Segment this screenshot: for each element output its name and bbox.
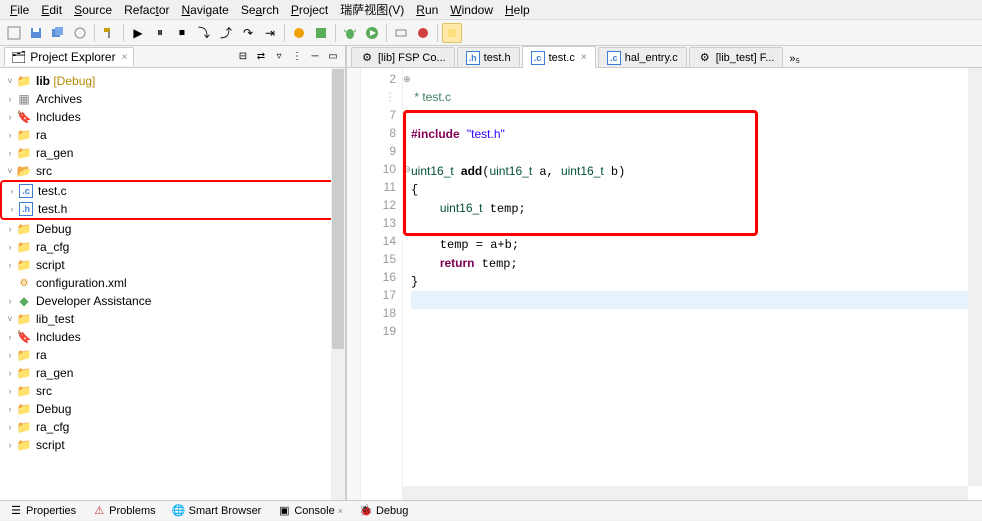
run-icon[interactable]: [362, 23, 382, 43]
minimize-icon[interactable]: ─: [307, 49, 323, 65]
menu-edit[interactable]: Edit: [35, 1, 68, 19]
menu-run[interactable]: Run: [410, 1, 444, 19]
tree-ra-cfg[interactable]: ›📁ra_cfg: [0, 238, 345, 256]
editor-tab-libtest-f[interactable]: ⚙[lib_test] F...: [689, 47, 784, 67]
hammer-icon[interactable]: [99, 23, 119, 43]
code-area[interactable]: * test.c #include "test.h" uint16_t add(…: [403, 68, 982, 500]
save-icon[interactable]: [26, 23, 46, 43]
tree-lt-src[interactable]: ›📁src: [0, 382, 345, 400]
tree-file-test-c[interactable]: ›.ctest.c: [2, 182, 343, 200]
editor-hscrollbar[interactable]: [403, 486, 968, 500]
menu-navigate[interactable]: Navigate: [175, 1, 234, 19]
tree-project-libtest[interactable]: ˅📁lib_test: [0, 310, 345, 328]
main-toolbar: ▶ ⏸ ⏹ ⤵ ⤴ ↷ ⇥: [0, 20, 982, 46]
explorer-icon: 🗂: [11, 50, 26, 64]
menu-project[interactable]: Project: [285, 1, 334, 19]
code-comment: * test.c: [411, 90, 451, 104]
project-explorer-pane: 🗂 Project Explorer × ⊟ ⇄ ▿ ⋮ ─ ▭ ˅📁lib […: [0, 46, 346, 500]
tree-config-xml[interactable]: ⚙configuration.xml: [0, 274, 345, 292]
tree-lt-ra-gen[interactable]: ›📁ra_gen: [0, 364, 345, 382]
maximize-icon[interactable]: ▭: [325, 49, 341, 65]
project-tree[interactable]: ˅📁lib [Debug] ›▦Archives ›🔖Includes ›📁ra…: [0, 68, 345, 500]
tree-ra[interactable]: ›📁ra: [0, 126, 345, 144]
project-explorer-title: Project Explorer: [30, 50, 115, 64]
link-editor-icon[interactable]: ⇄: [253, 49, 269, 65]
tree-debug[interactable]: ›📁Debug: [0, 220, 345, 238]
editor-tab-hal-entry[interactable]: .chal_entry.c: [598, 47, 687, 67]
tree-dev-assist[interactable]: ›◆Developer Assistance: [0, 292, 345, 310]
view-console[interactable]: ▣Console×: [272, 501, 348, 521]
toolbar-btn[interactable]: [4, 23, 24, 43]
tree-scrollbar[interactable]: [331, 68, 345, 500]
editor-cursor-line: [411, 291, 974, 309]
editor-body[interactable]: 2⋮78910111213141516171819 ⊕ ⊖ * test.c #…: [347, 68, 982, 500]
toolbar-btn[interactable]: ⤴: [216, 23, 236, 43]
tree-includes[interactable]: ›🔖Includes: [0, 108, 345, 126]
menu-window[interactable]: Window: [444, 1, 499, 19]
close-icon[interactable]: ×: [122, 52, 128, 63]
view-properties[interactable]: ☰Properties: [4, 501, 81, 521]
editor-tab-test-h[interactable]: .htest.h: [457, 47, 520, 67]
toolbar-btn[interactable]: ⇥: [260, 23, 280, 43]
code-include-str: "test.h": [467, 127, 505, 141]
menu-refactor[interactable]: Refactor: [118, 1, 175, 19]
editor-tab-fsp[interactable]: ⚙[lib] FSP Co...: [351, 47, 455, 67]
collapse-all-icon[interactable]: ⊟: [235, 49, 251, 65]
toolbar-btn[interactable]: ⏹: [172, 23, 192, 43]
toolbar-btn[interactable]: ▶: [128, 23, 148, 43]
menu-search[interactable]: Search: [235, 1, 285, 19]
toolbar-btn[interactable]: [70, 23, 90, 43]
tree-project-lib[interactable]: ˅📁lib [Debug]: [0, 72, 345, 90]
toolbar-btn[interactable]: [311, 23, 331, 43]
tree-ra-gen[interactable]: ›📁ra_gen: [0, 144, 345, 162]
toolbar-btn[interactable]: [413, 23, 433, 43]
close-icon[interactable]: ×: [338, 506, 343, 516]
toolbar-btn[interactable]: [289, 23, 309, 43]
tree-script[interactable]: ›📁script: [0, 256, 345, 274]
editor-tabs-overflow[interactable]: »₅: [785, 51, 804, 67]
code-include-kw: #include: [411, 127, 460, 141]
bottom-view-bar: ☰Properties ⚠Problems 🌐Smart Browser ▣Co…: [0, 500, 982, 520]
view-smart-browser[interactable]: 🌐Smart Browser: [167, 501, 267, 521]
tree-lt-ra[interactable]: ›📁ra: [0, 346, 345, 364]
menu-file[interactable]: File: [4, 1, 35, 19]
menu-source[interactable]: Source: [68, 1, 118, 19]
editor-pane: ⚙[lib] FSP Co... .htest.h .ctest.c× .cha…: [346, 46, 982, 500]
project-explorer-tab-bar: 🗂 Project Explorer × ⊟ ⇄ ▿ ⋮ ─ ▭: [0, 46, 345, 68]
toolbar-btn[interactable]: [391, 23, 411, 43]
project-explorer-tab[interactable]: 🗂 Project Explorer ×: [4, 47, 134, 66]
toolbar-btn[interactable]: [442, 23, 462, 43]
tree-lt-debug[interactable]: ›📁Debug: [0, 400, 345, 418]
save-all-icon[interactable]: [48, 23, 68, 43]
tree-lt-script[interactable]: ›📁script: [0, 436, 345, 454]
close-icon[interactable]: ×: [581, 52, 587, 63]
tree-file-test-h[interactable]: ›.htest.h: [2, 200, 343, 218]
tree-archives[interactable]: ›▦Archives: [0, 90, 345, 108]
editor-tab-bar: ⚙[lib] FSP Co... .htest.h .ctest.c× .cha…: [347, 46, 982, 68]
tree-lt-includes[interactable]: ›🔖Includes: [0, 328, 345, 346]
view-problems[interactable]: ⚠Problems: [87, 501, 160, 521]
editor-vscrollbar[interactable]: [968, 68, 982, 486]
editor-tab-test-c[interactable]: .ctest.c×: [522, 46, 596, 68]
toolbar-btn[interactable]: ⤵: [194, 23, 214, 43]
toolbar-btn[interactable]: ⏸: [150, 23, 170, 43]
menu-help[interactable]: Help: [499, 1, 536, 19]
editor-outline-bar: [347, 68, 361, 500]
toolbar-btn[interactable]: ↷: [238, 23, 258, 43]
menu-renesas[interactable]: 瑞萨视图(V): [334, 0, 410, 20]
view-debug[interactable]: 🐞Debug: [354, 501, 413, 521]
filter-icon[interactable]: ▿: [271, 49, 287, 65]
view-menu-icon[interactable]: ⋮: [289, 49, 305, 65]
tree-src[interactable]: ˅📂src: [0, 162, 345, 180]
menu-bar: File Edit Source Refactor Navigate Searc…: [0, 0, 982, 20]
editor-gutter: 2⋮78910111213141516171819 ⊕ ⊖: [361, 68, 403, 500]
tree-lt-ra-cfg[interactable]: ›📁ra_cfg: [0, 418, 345, 436]
debug-icon[interactable]: [340, 23, 360, 43]
